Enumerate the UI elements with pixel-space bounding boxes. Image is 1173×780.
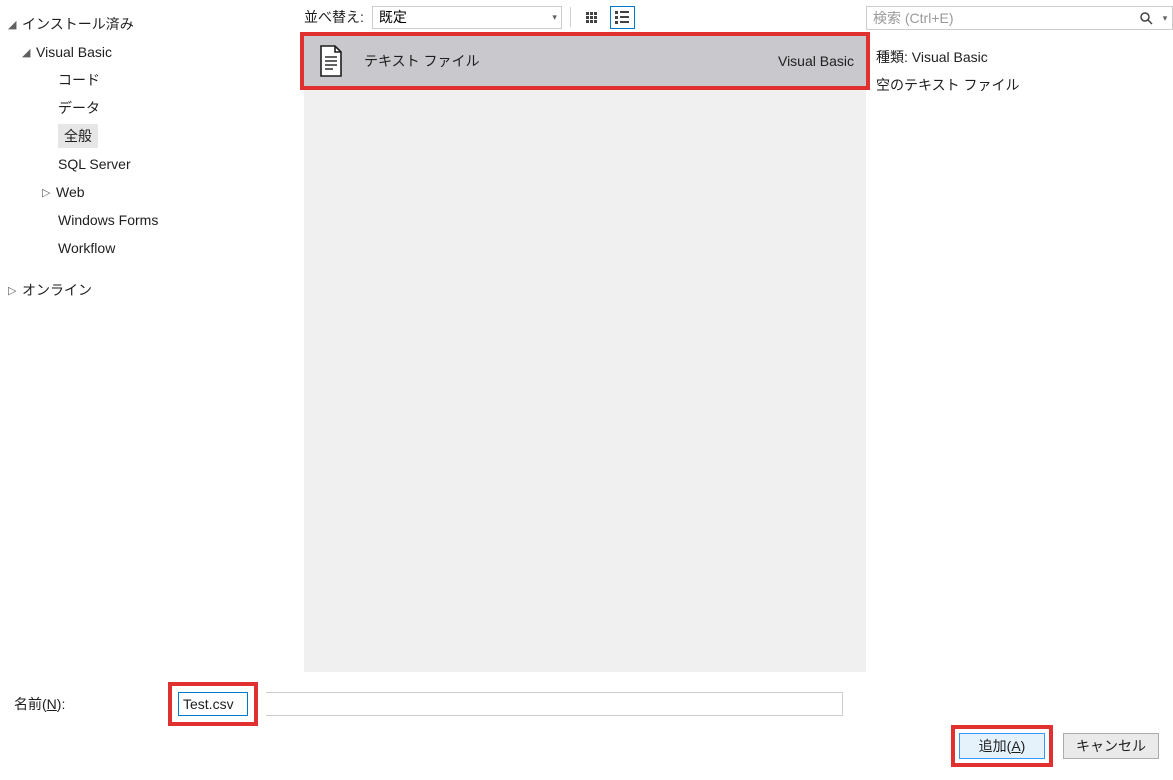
name-input-extended[interactable] [266, 692, 843, 716]
tree-windows-forms[interactable]: Windows Forms [0, 206, 304, 234]
collapse-arrow-icon: ▷ [42, 186, 56, 199]
separator [570, 7, 571, 27]
detail-description: 空のテキスト ファイル [866, 72, 1173, 100]
expand-arrow-icon: ◢ [22, 46, 36, 59]
highlight-box: テキスト ファイル Visual Basic [300, 32, 870, 90]
view-grid-button[interactable] [579, 6, 604, 29]
template-list: テキスト ファイル Visual Basic [304, 34, 866, 672]
highlight-box: 追加(A) [951, 725, 1053, 767]
template-text-file[interactable]: テキスト ファイル Visual Basic [304, 36, 866, 86]
tree-general[interactable]: 全般 [0, 122, 304, 150]
tree-code[interactable]: コード [0, 66, 304, 94]
add-button[interactable]: 追加(A) [959, 733, 1045, 759]
document-icon [316, 43, 346, 79]
tree-online[interactable]: ▷ オンライン [0, 276, 304, 304]
search-box[interactable]: ▾ [866, 6, 1173, 30]
chevron-down-icon: ▾ [552, 12, 557, 23]
tree-label: Windows Forms [58, 212, 158, 228]
tree-installed[interactable]: ◢ インストール済み [0, 10, 304, 38]
sort-label: 並べ替え: [304, 7, 364, 27]
grid-icon [586, 12, 597, 23]
tree-label: コード [58, 70, 100, 90]
tree-label: Web [56, 184, 85, 200]
details-panel: ▾ 種類: Visual Basic 空のテキスト ファイル [866, 0, 1173, 672]
tree-label: オンライン [22, 280, 92, 300]
description-text: 空のテキスト ファイル [876, 77, 1019, 93]
sort-value: 既定 [379, 7, 407, 27]
bottom-area: 名前(N): 追加(A) キャンセル [0, 672, 1173, 780]
tree-label: Visual Basic [36, 44, 112, 60]
tree-label: データ [58, 98, 100, 118]
center-toolbar: 並べ替え: 既定 ▾ [304, 0, 866, 34]
sort-combo[interactable]: 既定 ▾ [372, 6, 562, 29]
search-input[interactable] [867, 7, 1134, 29]
tree-data[interactable]: データ [0, 94, 304, 122]
tree-label: Workflow [58, 240, 115, 256]
cancel-button[interactable]: キャンセル [1063, 733, 1159, 759]
tree-label: インストール済み [22, 14, 134, 34]
chevron-down-icon[interactable]: ▾ [1158, 7, 1172, 29]
highlight-box [168, 682, 258, 726]
tree-visual-basic[interactable]: ◢ Visual Basic [0, 38, 304, 66]
collapse-arrow-icon: ▷ [8, 284, 22, 297]
tree-web[interactable]: ▷ Web [0, 178, 304, 206]
type-value: Visual Basic [912, 49, 988, 65]
name-label: 名前(N): [14, 694, 164, 714]
tree-label: SQL Server [58, 156, 131, 172]
detail-type: 種類: Visual Basic [866, 44, 1173, 72]
template-language: Visual Basic [778, 53, 854, 69]
tree-label: 全般 [64, 128, 92, 144]
view-list-button[interactable] [610, 6, 635, 29]
type-label: 種類: [876, 49, 908, 65]
template-name: テキスト ファイル [364, 51, 760, 71]
tree-sql-server[interactable]: SQL Server [0, 150, 304, 178]
search-icon[interactable] [1134, 7, 1158, 29]
category-tree: ◢ インストール済み ◢ Visual Basic コード データ 全般 SQL… [0, 0, 304, 672]
button-row: 追加(A) キャンセル [14, 724, 1159, 768]
name-row: 名前(N): [14, 684, 1159, 724]
list-icon [615, 11, 629, 24]
expand-arrow-icon: ◢ [8, 18, 22, 31]
tree-workflow[interactable]: Workflow [0, 234, 304, 262]
name-input[interactable] [178, 692, 248, 716]
